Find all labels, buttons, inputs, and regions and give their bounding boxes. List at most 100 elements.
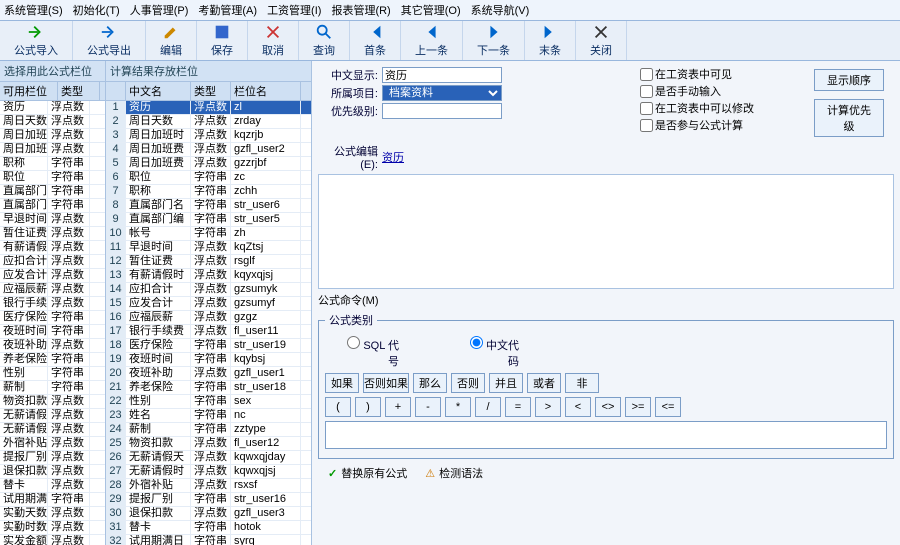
left-row[interactable]: 直属部门编号字符串 [0,199,105,213]
mid-row[interactable]: 17银行手续费浮点数fl_user11 [106,325,311,339]
mid-row[interactable]: 22性别字符串sex [106,395,311,409]
menu-item[interactable]: 其它管理(O) [401,2,461,18]
mid-grid[interactable]: 1资历浮点数zl2周日天数浮点数zrday3周日加班时浮点数kqzrjb4周日加… [106,101,311,545]
mid-row[interactable]: 4周日加班费浮点数gzfl_user2 [106,143,311,157]
check-0[interactable]: 在工资表中可见 [640,66,814,82]
mid-row[interactable]: 28外宿补贴浮点数rsxsf [106,479,311,493]
mid-row[interactable]: 7职称字符串zchh [106,185,311,199]
mid-row[interactable]: 3周日加班时浮点数kqzrjb [106,129,311,143]
check-2[interactable]: 在工资表中可以修改 [640,100,814,116]
op-btn[interactable]: <= [655,397,681,417]
edit-link[interactable]: 资历 [382,149,404,165]
mid-row[interactable]: 16应福辰薪浮点数gzgz [106,311,311,325]
mid-row[interactable]: 19夜班时间字符串kqybsj [106,353,311,367]
left-row[interactable]: 夜班补助浮点数 [0,339,105,353]
left-row[interactable]: 夜班时间字符串 [0,325,105,339]
op-并且[interactable]: 并且 [489,373,523,393]
left-row[interactable]: 物资扣款浮点数 [0,395,105,409]
op-如果[interactable]: 如果 [325,373,359,393]
show-order-button[interactable]: 显示顺序 [814,69,884,91]
mid-row[interactable]: 10帐号字符串zh [106,227,311,241]
op-btn[interactable]: > [535,397,561,417]
op-或者[interactable]: 或者 [527,373,561,393]
mid-row[interactable]: 23姓名字符串nc [106,409,311,423]
calc-priority-button[interactable]: 计算优先级 [814,99,884,137]
left-row[interactable]: 直属部门名称字符串 [0,185,105,199]
left-row[interactable]: 应福辰薪浮点数 [0,283,105,297]
check-1[interactable]: 是否手动输入 [640,83,814,99]
op-否则[interactable]: 否则 [451,373,485,393]
mid-row[interactable]: 12暂住证费浮点数rsglf [106,255,311,269]
op-btn[interactable]: <> [595,397,621,417]
mid-row[interactable]: 11早退时间浮点数kqZtsj [106,241,311,255]
left-row[interactable]: 周日加班费浮点数 [0,143,105,157]
toolbar-arrow-right-blue[interactable]: 公式导出 [73,21,146,60]
mid-row[interactable]: 25物资扣款浮点数fl_user12 [106,437,311,451]
op-那么[interactable]: 那么 [413,373,447,393]
left-row[interactable]: 资历浮点数 [0,101,105,115]
left-row[interactable]: 周日天数浮点数 [0,115,105,129]
left-row[interactable]: 实发金额浮点数 [0,535,105,545]
op-btn[interactable]: = [505,397,531,417]
mid-row[interactable]: 14应扣合计浮点数gzsumyk [106,283,311,297]
left-row[interactable]: 早退时间浮点数 [0,213,105,227]
toolbar-cancel[interactable]: 取消 [248,21,299,60]
mid-row[interactable]: 20夜班补助浮点数gzfl_user1 [106,367,311,381]
replace-formula-button[interactable]: 替换原有公式 [328,465,407,481]
mid-row[interactable]: 31替卡字符串hotok [106,521,311,535]
left-grid[interactable]: 资历浮点数周日天数浮点数周日加班时浮点数周日加班费浮点数职称字符串职位字符串直属… [0,101,105,545]
radio-cn[interactable]: 中文代码 [459,336,519,369]
left-row[interactable]: 实勤时数浮点数 [0,521,105,535]
left-row[interactable]: 职称字符串 [0,157,105,171]
proj-select[interactable]: 档案资料 [382,85,502,101]
mid-row[interactable]: 26无薪请假天浮点数kqwxqjday [106,451,311,465]
left-row[interactable]: 应发合计浮点数 [0,269,105,283]
mid-row[interactable]: 29提报厂别字符串str_user16 [106,493,311,507]
menu-item[interactable]: 考勤管理(A) [198,2,257,18]
mid-row[interactable]: 24薪制字符串zztype [106,423,311,437]
left-row[interactable]: 实勤天数浮点数 [0,507,105,521]
op-btn[interactable]: / [475,397,501,417]
left-row[interactable]: 职位字符串 [0,171,105,185]
mid-row[interactable]: 30退保扣款浮点数gzfl_user3 [106,507,311,521]
toolbar-arrow-right-green[interactable]: 公式导入 [0,21,73,60]
mid-row[interactable]: 15应发合计浮点数gzsumyf [106,297,311,311]
op-btn[interactable]: < [565,397,591,417]
check-syntax-button[interactable]: 检测语法 [425,465,483,481]
op-非[interactable]: 非 [565,373,599,393]
formula-edit-box[interactable] [318,174,894,289]
left-row[interactable]: 医疗保险字符串 [0,311,105,325]
menu-item[interactable]: 系统管理(S) [4,2,63,18]
mid-row[interactable]: 1资历浮点数zl [106,101,311,115]
left-row[interactable]: 性别字符串 [0,367,105,381]
left-row[interactable]: 无薪请假时浮点数 [0,423,105,437]
toolbar-edit[interactable]: 编辑 [146,21,197,60]
mid-row[interactable]: 27无薪请假时浮点数kqwxqjsj [106,465,311,479]
op-btn[interactable]: * [445,397,471,417]
left-row[interactable]: 薪制字符串 [0,381,105,395]
left-row[interactable]: 银行手续费浮点数 [0,297,105,311]
op-否则如果[interactable]: 否则如果 [363,373,409,393]
op-btn[interactable]: ) [355,397,381,417]
op-btn[interactable]: ( [325,397,351,417]
mid-row[interactable]: 6职位字符串zc [106,171,311,185]
op-btn[interactable]: >= [625,397,651,417]
left-row[interactable]: 无薪请假天浮点数 [0,409,105,423]
left-row[interactable]: 暂住证费浮点数 [0,227,105,241]
check-3[interactable]: 是否参与公式计算 [640,117,814,133]
left-row[interactable]: 周日加班时浮点数 [0,129,105,143]
op-btn[interactable]: - [415,397,441,417]
left-row[interactable]: 养老保险字符串 [0,353,105,367]
menu-item[interactable]: 工资管理(I) [267,2,321,18]
priority-input[interactable] [382,103,502,119]
toolbar-first[interactable]: 首条 [350,21,401,60]
mid-row[interactable]: 13有薪请假时浮点数kqyxqjsj [106,269,311,283]
mid-row[interactable]: 18医疗保险字符串str_user19 [106,339,311,353]
menu-item[interactable]: 初始化(T) [73,2,120,18]
left-row[interactable]: 提报厂别浮点数 [0,451,105,465]
mid-row[interactable]: 5周日加班费浮点数gzzrjbf [106,157,311,171]
cn-input[interactable] [382,67,502,83]
mid-row[interactable]: 21养老保险字符串str_user18 [106,381,311,395]
left-row[interactable]: 试用期满日字符串 [0,493,105,507]
left-row[interactable]: 退保扣款浮点数 [0,465,105,479]
